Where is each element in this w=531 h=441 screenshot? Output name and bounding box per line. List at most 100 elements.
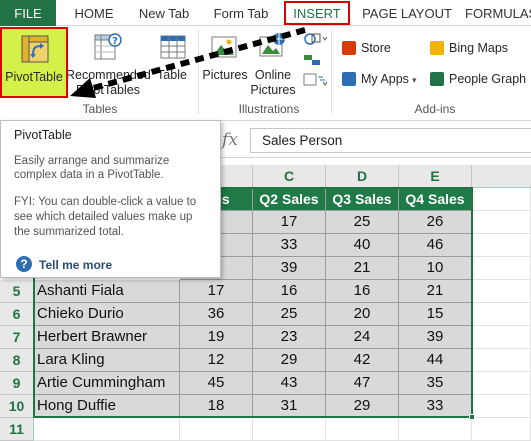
empty-cell[interactable] [399,418,472,441]
column-header-f[interactable] [472,165,531,188]
table-cell[interactable]: 26 [399,211,472,234]
row-header[interactable]: 5 [0,280,34,303]
table-cell[interactable]: 40 [326,234,399,257]
table-cell[interactable]: 39 [253,257,326,280]
column-header-e[interactable]: E [399,165,472,188]
tab-formulas[interactable]: FORMULAS [465,0,531,26]
empty-cell[interactable] [472,234,531,257]
table-cell[interactable]: 24 [326,326,399,349]
table-cell[interactable]: Herbert Brawner [34,326,180,349]
empty-cell[interactable] [472,349,531,372]
my-apps-icon [342,72,356,86]
table-cell[interactable]: 25 [253,303,326,326]
tooltip-text: complex data in a PivotTable. [14,169,164,181]
pivottable-icon [21,35,49,63]
row-header[interactable]: 11 [0,418,34,441]
empty-cell[interactable] [472,326,531,349]
table-cell[interactable]: 15 [399,303,472,326]
tooltip-text: FYI: You can double-click a value to [14,196,197,208]
table-cell[interactable]: Ashanti Fiala [34,280,180,303]
empty-cell[interactable] [472,372,531,395]
row-header[interactable]: 10 [0,395,34,418]
table-cell[interactable]: 43 [253,372,326,395]
table-cell[interactable]: Chieko Durio [34,303,180,326]
table-cell[interactable]: 29 [326,395,399,418]
formula-input[interactable]: Sales Person [250,128,531,153]
row-header[interactable]: 7 [0,326,34,349]
table-cell[interactable]: 17 [180,280,253,303]
table-cell[interactable]: 21 [399,280,472,303]
group-label-illustrations: Illustrations [238,102,300,116]
empty-cell[interactable] [472,211,531,234]
fill-handle[interactable] [469,414,475,420]
column-header-c[interactable]: C [253,165,326,188]
empty-cell[interactable] [34,418,180,441]
help-icon: ? [16,256,32,272]
table-cell[interactable]: 21 [326,257,399,280]
empty-cell[interactable] [180,418,253,441]
store-button[interactable]: Store [342,40,391,56]
table-header-cell[interactable]: Q2 Sales [253,188,326,211]
table-cell[interactable]: Lara Kling [34,349,180,372]
bing-maps-icon [430,41,444,55]
tab-file[interactable]: FILE [0,0,56,26]
table-cell[interactable]: 25 [326,211,399,234]
table-cell[interactable]: 45 [180,372,253,395]
my-apps-label: My Apps [361,72,409,86]
table-cell[interactable]: 16 [326,280,399,303]
tooltip-text: see which detailed values make up [14,211,193,223]
table-cell[interactable]: 35 [399,372,472,395]
table-cell[interactable]: 47 [326,372,399,395]
table-cell[interactable]: 16 [253,280,326,303]
table-cell[interactable]: 23 [253,326,326,349]
people-graph-button[interactable]: People Graph [430,71,526,87]
tooltip-title: PivotTable [14,128,72,142]
tooltip-text: the summarized total. [14,226,124,238]
pivottable-button[interactable]: PivotTable [0,27,68,98]
dashed-arrow [70,27,306,98]
people-graph-label: People Graph [449,72,527,86]
row-header[interactable]: 6 [0,303,34,326]
table-header-cell[interactable]: Q3 Sales [326,188,399,211]
empty-cell[interactable] [326,418,399,441]
bing-maps-label: Bing Maps [449,41,509,55]
table-cell[interactable]: 12 [180,349,253,372]
pivottable-label: PivotTable [5,70,63,84]
table-cell[interactable]: Hong Duffie [34,395,180,418]
table-cell[interactable]: 19 [180,326,253,349]
empty-cell[interactable] [472,395,531,418]
table-cell[interactable]: Artie Cummingham [34,372,180,395]
table-cell[interactable]: 17 [253,211,326,234]
table-cell[interactable]: 29 [253,349,326,372]
table-cell[interactable]: 46 [399,234,472,257]
people-graph-icon [430,72,444,86]
empty-cell[interactable] [472,303,531,326]
chevron-down-icon: ▾ [411,75,417,85]
table-cell[interactable]: 44 [399,349,472,372]
tab-page-layout[interactable]: PAGE LAYOUT [361,0,453,26]
tooltip-text: Easily arrange and summarize [14,155,170,167]
tell-me-more-link[interactable]: Tell me more [39,258,112,272]
table-cell[interactable]: 33 [253,234,326,257]
table-cell[interactable]: 18 [180,395,253,418]
bing-maps-button[interactable]: Bing Maps [430,40,508,56]
table-cell[interactable]: 42 [326,349,399,372]
empty-cell[interactable] [472,257,531,280]
column-header-d[interactable]: D [326,165,399,188]
table-cell[interactable]: 39 [399,326,472,349]
table-cell[interactable]: 20 [326,303,399,326]
empty-cell[interactable] [472,188,531,211]
group-separator [331,30,332,114]
row-header[interactable]: 9 [0,372,34,395]
table-cell[interactable]: 36 [180,303,253,326]
table-cell[interactable]: 10 [399,257,472,280]
group-label-addins: Add-ins [414,102,456,116]
empty-cell[interactable] [472,418,531,441]
table-header-cell[interactable]: Q4 Sales [399,188,472,211]
empty-cell[interactable] [472,280,531,303]
empty-cell[interactable] [253,418,326,441]
row-header[interactable]: 8 [0,349,34,372]
my-apps-button[interactable]: My Apps ▾ [342,71,416,88]
table-cell[interactable]: 31 [253,395,326,418]
table-cell[interactable]: 33 [399,395,472,418]
